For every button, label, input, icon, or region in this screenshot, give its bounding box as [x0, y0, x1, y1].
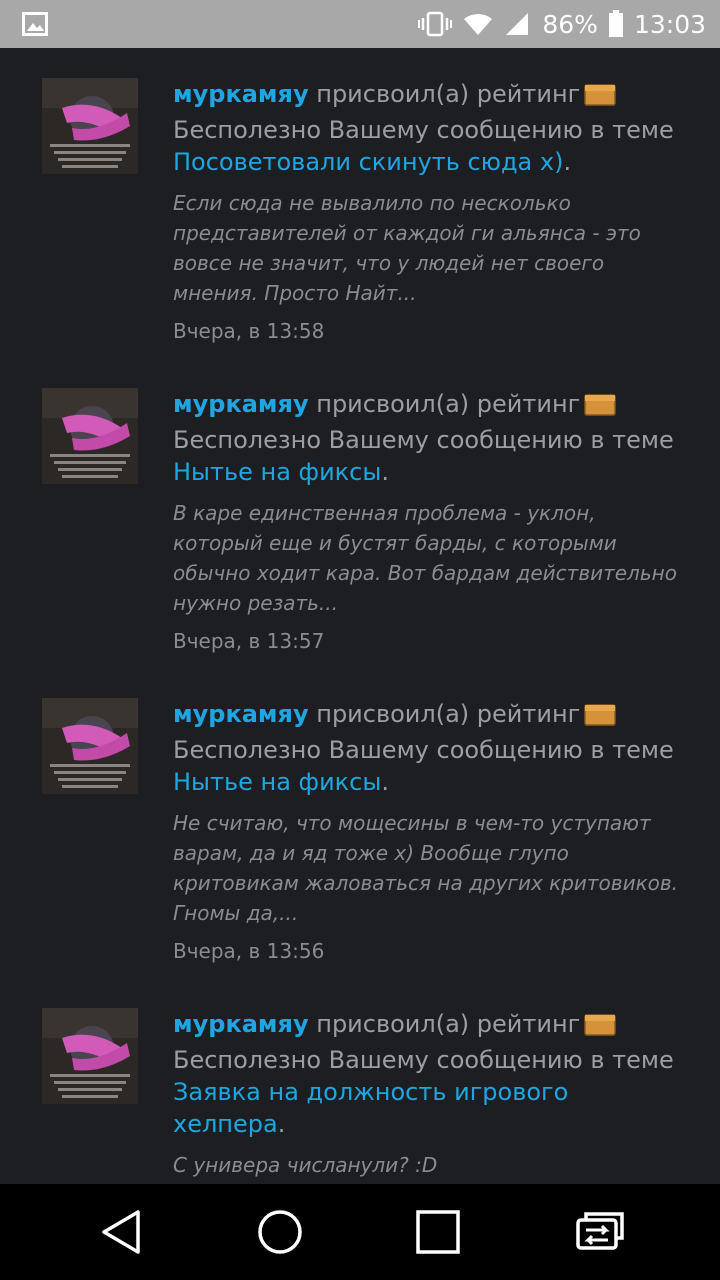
home-button[interactable] — [256, 1208, 304, 1256]
post-snippet: С универа числанули? :D — [173, 1153, 438, 1177]
clock: 13:03 — [633, 9, 706, 39]
recents-icon — [416, 1210, 460, 1254]
rating-text: Бесполезно Вашему сообщению в теме — [173, 736, 674, 764]
avatar[interactable] — [42, 698, 138, 794]
battery-icon — [608, 10, 623, 37]
topic-suffix: . — [381, 458, 389, 486]
rating-text: Бесполезно Вашему сообщению в теме — [173, 116, 674, 144]
action-text: присвоил(а) рейтинг — [316, 390, 581, 418]
username-link[interactable]: муркамяу — [173, 80, 309, 108]
back-button[interactable] — [98, 1208, 146, 1256]
username-link[interactable]: муркамяу — [173, 390, 309, 418]
topic-link[interactable]: Нытье на фиксы — [173, 458, 381, 486]
status-bar: 86% 13:03 — [0, 0, 720, 48]
recents-button[interactable] — [414, 1208, 462, 1256]
topic-link[interactable]: Заявка на должность игрового хелпера — [173, 1078, 568, 1138]
topic-suffix: . — [563, 148, 572, 176]
box-icon — [584, 392, 617, 424]
rating-text: Бесполезно Вашему сообщению в теме — [173, 426, 674, 454]
action-text: присвоил(а) рейтинг — [316, 80, 581, 108]
vibrate-icon — [418, 11, 453, 37]
action-text: присвоил(а) рейтинг — [316, 1010, 581, 1038]
rating-text: Бесполезно Вашему сообщению в теме — [173, 1046, 674, 1074]
post-snippet: Не считаю, что мощесины в чем-то уступаю… — [173, 811, 679, 925]
switch-app-button[interactable] — [572, 1208, 628, 1256]
avatar[interactable] — [42, 388, 138, 484]
timestamp: Вчера, в 13:56 — [173, 939, 325, 963]
navigation-bar — [0, 1184, 720, 1280]
battery-percent: 86% — [542, 9, 598, 39]
avatar[interactable] — [42, 1008, 138, 1104]
switch-app-icon — [576, 1212, 624, 1250]
username-link[interactable]: муркамяу — [173, 700, 309, 728]
post-snippet: В каре единственная проблема - уклон, ко… — [173, 501, 677, 615]
topic-suffix: . — [277, 1110, 286, 1138]
post-snippet: Если сюда не вывалило по несколько предс… — [173, 191, 641, 305]
username-link[interactable]: муркамяу — [173, 1010, 309, 1038]
timestamp: Вчера, в 13:57 — [173, 629, 325, 653]
wifi-icon — [464, 13, 493, 35]
rating-feed: муркамяу присвоил(а) рейтинг Бесполезно … — [0, 48, 720, 1184]
topic-link[interactable]: Посоветовали скинуть сюда х) — [173, 148, 563, 176]
box-icon — [584, 1012, 617, 1044]
home-icon — [258, 1210, 302, 1254]
gallery-icon — [22, 12, 48, 36]
timestamp: Вчера, в 13:58 — [173, 319, 325, 343]
back-icon — [102, 1210, 140, 1254]
action-text: присвоил(а) рейтинг — [316, 700, 581, 728]
avatar[interactable] — [42, 78, 138, 174]
box-icon — [584, 82, 617, 114]
topic-link[interactable]: Нытье на фиксы — [173, 768, 381, 796]
topic-suffix: . — [381, 768, 389, 796]
signal-icon — [506, 13, 529, 35]
box-icon — [584, 702, 617, 734]
